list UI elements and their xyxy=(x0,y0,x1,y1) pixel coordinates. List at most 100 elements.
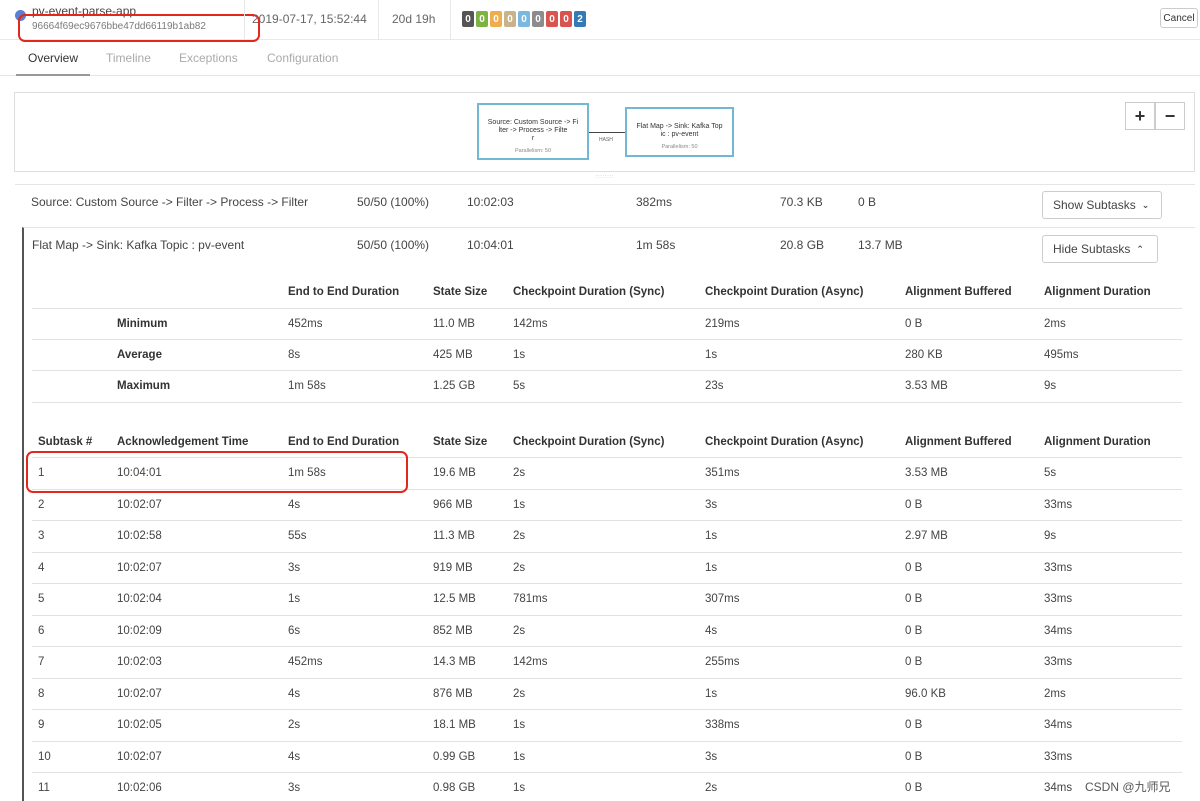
subtask-cell: 452ms xyxy=(288,656,323,668)
subtask-cell: 9 xyxy=(38,719,45,731)
subtask-cell: 2s xyxy=(513,561,526,574)
subtask-cell: 12.5 MB xyxy=(433,593,476,605)
plan-node-source[interactable]: Source: Custom Source -> Fi lter -> Proc… xyxy=(477,103,589,160)
header-divider xyxy=(450,0,451,40)
table-row[interactable] xyxy=(24,583,1195,615)
summary-column-header: State Size xyxy=(433,286,488,298)
subtask-column-header[interactable]: Checkpoint Duration (Sync) xyxy=(513,436,664,448)
operator-row[interactable]: Source: Custom Source -> Filter -> Proce… xyxy=(15,184,1195,225)
subtask-cell: 33ms xyxy=(1044,498,1073,511)
subtask-cell: 10:02:06 xyxy=(117,782,162,794)
summary-cell: 5s xyxy=(513,380,526,392)
subtask-cell: 10:02:07 xyxy=(117,750,162,763)
subtask-cell: 255ms xyxy=(705,656,740,668)
operator-duration: 382ms xyxy=(636,195,673,209)
table-row[interactable] xyxy=(24,678,1195,710)
subtask-cell: 3.53 MB xyxy=(905,467,948,479)
plan-edge xyxy=(589,132,625,133)
subtask-cell: 96.0 KB xyxy=(905,687,946,700)
job-id-highlight xyxy=(18,14,260,42)
subtask-cell: 34ms xyxy=(1044,719,1073,731)
tab-exceptions[interactable]: Exceptions xyxy=(179,51,238,65)
panel-resize-handle[interactable]: :::::::: xyxy=(590,174,620,180)
subtask-column-header[interactable]: Subtask # xyxy=(38,436,92,448)
tab-configuration[interactable]: Configuration xyxy=(267,51,338,65)
table-row[interactable] xyxy=(24,489,1195,521)
subtask-cell: 8 xyxy=(38,687,45,700)
cancel-job-button[interactable]: Cancel xyxy=(1160,8,1198,28)
subtask-cell: 966 MB xyxy=(433,498,473,511)
subtask-column-header[interactable]: End to End Duration xyxy=(288,436,399,448)
table-row[interactable] xyxy=(24,772,1195,801)
operator-row[interactable]: Flat Map -> Sink: Kafka Topic : pv-event… xyxy=(22,227,1195,268)
row-divider xyxy=(32,370,1182,371)
subtask-column-header[interactable]: Checkpoint Duration (Async) xyxy=(705,436,863,448)
subtask-row-highlight xyxy=(26,451,408,493)
summary-row-label: Average xyxy=(117,349,162,361)
table-row[interactable] xyxy=(24,615,1195,647)
zoom-out-button[interactable]: − xyxy=(1155,102,1185,130)
operator-state-size: 70.3 KB xyxy=(780,195,823,209)
summary-cell: 280 KB xyxy=(905,349,943,361)
subtask-cell: 5s xyxy=(1044,467,1057,479)
table-row[interactable] xyxy=(24,520,1195,552)
job-plan-graph[interactable]: Source: Custom Source -> Fi lter -> Proc… xyxy=(14,92,1195,172)
operator-acknowledged: 50/50 (100%) xyxy=(357,238,430,252)
subtask-cell: 3s xyxy=(705,498,718,511)
subtask-cell: 0.99 GB xyxy=(433,750,476,763)
summary-cell: 1s xyxy=(513,349,526,361)
task-status-badges: 0 0 0 0 0 0 0 0 2 xyxy=(462,11,586,27)
subtask-cell: 2s xyxy=(288,719,301,731)
job-start-time: 2019-07-17, 15:52:44 xyxy=(252,12,367,26)
subtask-cell: 2s xyxy=(705,782,718,794)
zoom-in-button[interactable]: + xyxy=(1125,102,1155,130)
summary-row-label: Minimum xyxy=(117,318,168,330)
summary-column-header: Alignment Buffered xyxy=(905,286,1012,298)
subtask-column-header[interactable]: Alignment Buffered xyxy=(905,436,1012,448)
tab-timeline[interactable]: Timeline xyxy=(106,51,151,65)
show-subtasks-button[interactable]: Show Subtasks ⌄ xyxy=(1042,191,1162,219)
status-badge: 0 xyxy=(518,11,530,27)
subtask-cell: 18.1 MB xyxy=(433,719,476,731)
operator-latest-ack: 10:02:03 xyxy=(467,195,514,209)
subtask-column-header[interactable]: Acknowledgement Time xyxy=(117,436,248,448)
subtask-cell: 10:02:09 xyxy=(117,624,162,637)
table-row[interactable] xyxy=(24,709,1195,741)
summary-cell: 9s xyxy=(1044,380,1057,392)
operator-buffered: 0 B xyxy=(858,195,877,209)
operator-acknowledged: 50/50 (100%) xyxy=(357,195,430,209)
summary-cell: 495ms xyxy=(1044,349,1079,361)
row-divider xyxy=(32,339,1182,340)
status-badge: 2 xyxy=(574,11,586,27)
table-row[interactable] xyxy=(24,646,1195,678)
subtask-cell: 0.98 GB xyxy=(433,782,476,794)
summary-cell: 1.25 GB xyxy=(433,380,476,392)
subtask-cell: 10:02:07 xyxy=(117,498,162,511)
subtask-cell: 2 xyxy=(38,498,45,511)
job-tabs: Overview Timeline Exceptions Configurati… xyxy=(0,40,1200,76)
subtask-cell: 3s xyxy=(288,782,301,794)
subtask-column-header[interactable]: State Size xyxy=(433,436,487,448)
hide-subtasks-button[interactable]: Hide Subtasks ⌃ xyxy=(1042,235,1158,263)
subtask-cell: 4s xyxy=(288,498,301,511)
subtask-cell: 142ms xyxy=(513,656,548,668)
summary-cell: 23s xyxy=(705,380,724,392)
subtask-column-header[interactable]: Alignment Duration xyxy=(1044,436,1151,448)
table-row[interactable] xyxy=(24,741,1195,773)
operator-name: Flat Map -> Sink: Kafka Topic : pv-event xyxy=(32,238,245,252)
node-parallelism: Parallelism: 50 xyxy=(514,148,552,154)
subtask-cell: 1s xyxy=(513,782,526,794)
subtask-cell: 55s xyxy=(288,530,307,542)
subtask-cell: 3 xyxy=(38,530,45,542)
subtask-cell: 10:02:07 xyxy=(117,687,162,700)
subtask-cell: 11 xyxy=(38,782,50,794)
tab-overview[interactable]: Overview xyxy=(28,51,78,65)
subtask-cell: 0 B xyxy=(905,719,923,731)
subtask-cell: 307ms xyxy=(705,593,740,605)
plan-node-sink[interactable]: Flat Map -> Sink: Kafka Top ic : pv-even… xyxy=(625,107,734,157)
job-header: pv-event-parse-app 96664f69ec9676bbe47dd… xyxy=(0,0,1200,42)
subtask-cell: 4s xyxy=(288,687,301,700)
status-badge: 0 xyxy=(546,11,558,27)
table-row[interactable] xyxy=(24,552,1195,584)
subtask-cell: 0 B xyxy=(905,498,923,511)
